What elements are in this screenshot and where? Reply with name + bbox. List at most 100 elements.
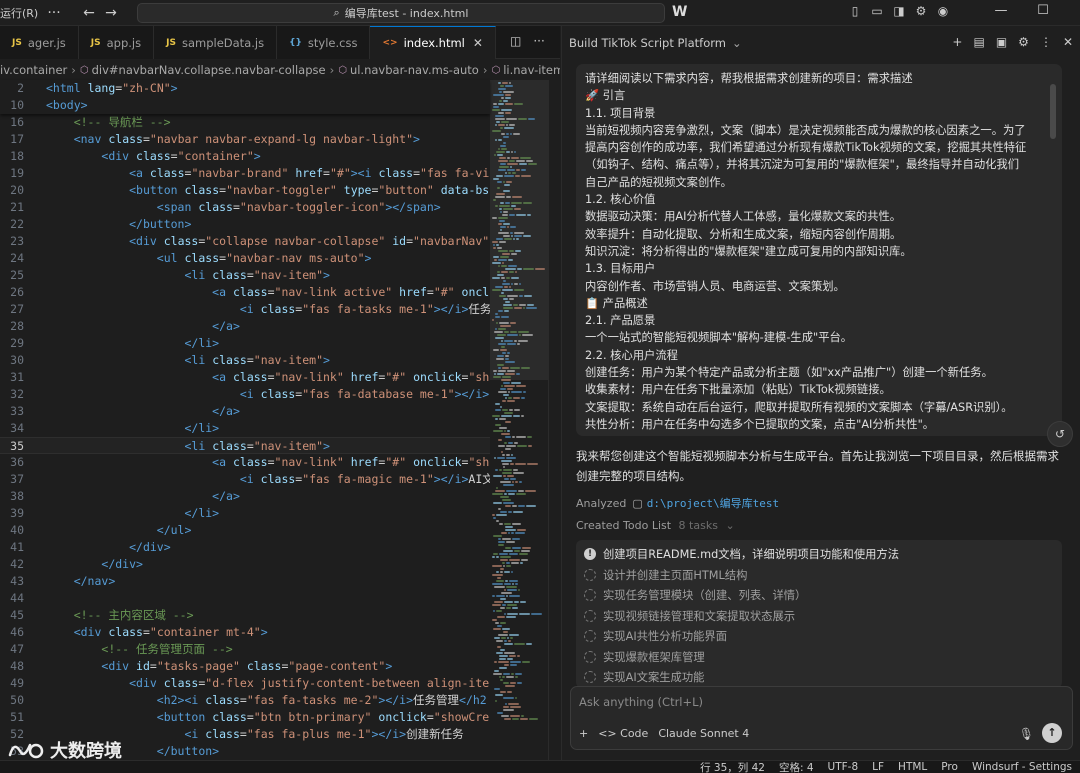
code-editor[interactable]: 16 <!-- 导航栏 --> 17 <nav class="navbar nav…: [0, 80, 490, 760]
code-line[interactable]: 39 </li>: [0, 505, 490, 522]
send-button[interactable]: ↑: [1042, 723, 1062, 743]
code-line[interactable]: 36 <a class="nav-link" href="#" onclick=…: [0, 454, 490, 471]
todo-item[interactable]: ! 创建项目README.md文档，详细说明项目功能和使用方法: [584, 544, 899, 564]
todo-item[interactable]: 实现AI共性分析功能界面: [584, 626, 727, 646]
account-icon[interactable]: ◉: [936, 4, 950, 18]
cursor-position[interactable]: 行 35，列 42: [700, 760, 765, 773]
code-line[interactable]: 26 <a class="nav-link active" href="#" o…: [0, 284, 490, 301]
todo-item[interactable]: 实现视频链接管理和文案提取状态展示: [584, 606, 795, 626]
forward-arrow-icon[interactable]: →: [100, 5, 122, 21]
code-line[interactable]: 43 </nav>: [0, 573, 490, 590]
code-line[interactable]: 21 <span class="navbar-toggler-icon"></s…: [0, 199, 490, 216]
tab-style-css[interactable]: {} style.css: [277, 26, 371, 59]
code-line[interactable]: 50 <h2><i class="fas fa-tasks me-2"></i>…: [0, 692, 490, 709]
code-line[interactable]: 10 <body>: [0, 97, 490, 114]
encoding[interactable]: UTF-8: [828, 761, 859, 773]
plan-badge[interactable]: Pro: [941, 761, 958, 773]
code-line[interactable]: 47 <!-- 任务管理页面 -->: [0, 641, 490, 658]
more-actions-icon[interactable]: ···: [533, 34, 544, 48]
close-panel-icon[interactable]: ✕: [1063, 35, 1073, 49]
code-line[interactable]: 17 <nav class="navbar navbar-expand-lg n…: [0, 131, 490, 148]
conversation-title[interactable]: Build TikTok Script Platform: [569, 36, 726, 50]
new-chat-icon[interactable]: +: [952, 35, 962, 49]
code-line[interactable]: 22 </button>: [0, 216, 490, 233]
code-line[interactable]: 49 <div class="d-flex justify-content-be…: [0, 675, 490, 692]
command-center-search[interactable]: ⌕ 编导库test - index.html: [137, 3, 665, 23]
minimap[interactable]: [490, 80, 548, 760]
code-line[interactable]: 29 </li>: [0, 335, 490, 352]
breadcrumb-item[interactable]: div#navbarNav.collapse.navbar-collapse: [92, 63, 326, 77]
code-line[interactable]: 27 <i class="fas fa-tasks me-1"></i>任务: [0, 301, 490, 318]
code-line[interactable]: 48 <div id="tasks-page" class="page-cont…: [0, 658, 490, 675]
chevron-down-icon[interactable]: ⌄: [732, 36, 742, 50]
model-selector[interactable]: Claude Sonnet 4: [658, 727, 749, 740]
close-window-button[interactable]: ✕: [1064, 3, 1080, 18]
chat-input-box[interactable]: Ask anything (Ctrl+L) + <> Code Claude S…: [570, 686, 1073, 750]
add-context-button[interactable]: +: [579, 727, 588, 740]
close-tab-icon[interactable]: ✕: [473, 36, 483, 50]
line-ending[interactable]: LF: [872, 761, 884, 773]
code-line[interactable]: 25 <li class="nav-item">: [0, 267, 490, 284]
tab-sampleData-js[interactable]: JS sampleData.js: [154, 26, 278, 59]
settings-gear-icon[interactable]: ⚙: [914, 4, 928, 18]
todo-list-header[interactable]: Created Todo List 8 tasks ⌄: [576, 519, 735, 532]
todo-item[interactable]: 实现AI文案生成功能: [584, 667, 704, 687]
windsurf-logo-icon[interactable]: W: [672, 4, 688, 20]
clipboard-icon[interactable]: ▣: [996, 35, 1007, 49]
code-line[interactable]: 40 </ul>: [0, 522, 490, 539]
indentation[interactable]: 空格: 4: [779, 760, 814, 773]
user-prompt-message[interactable]: 请详细阅读以下需求内容，帮我根据需求创建新的项目：需求描述 🚀 引言 1.1. 项目…: [576, 64, 1062, 436]
code-line[interactable]: 42 </div>: [0, 556, 490, 573]
tab-ager-js[interactable]: JS ager.js: [0, 26, 79, 59]
code-line[interactable]: 44: [0, 590, 490, 607]
prompt-scrollbar[interactable]: [1050, 84, 1056, 139]
code-line[interactable]: 20 <button class="navbar-toggler" type="…: [0, 182, 490, 199]
code-line[interactable]: 30 <li class="nav-item">: [0, 352, 490, 369]
code-line[interactable]: 41 </div>: [0, 539, 490, 556]
code-line[interactable]: 46 <div class="container mt-4">: [0, 624, 490, 641]
microphone-icon[interactable]: 🎙: [1019, 727, 1034, 741]
more-icon[interactable]: ⋮: [1040, 35, 1052, 49]
todo-item[interactable]: 实现任务管理模块（创建、列表、详情）: [584, 585, 806, 605]
gear-icon[interactable]: ⚙: [1018, 35, 1029, 49]
minimize-button[interactable]: —: [980, 3, 1022, 18]
code-line[interactable]: 37 <i class="fas fa-magic me-1"></i>AI文: [0, 471, 490, 488]
mode-selector[interactable]: <> Code: [598, 727, 648, 740]
toggle-sidebar-icon[interactable]: ▯: [848, 4, 862, 18]
breadcrumb-item[interactable]: iv.container: [0, 63, 67, 77]
code-line[interactable]: 23 <div class="collapse navbar-collapse"…: [0, 233, 490, 250]
revert-icon[interactable]: ↺: [1047, 421, 1073, 447]
history-icon[interactable]: ▤: [973, 35, 984, 49]
code-line[interactable]: 19 <a class="navbar-brand" href="#"><i c…: [0, 165, 490, 182]
code-line[interactable]: 2 <html lang="zh-CN">: [0, 80, 490, 97]
back-arrow-icon[interactable]: ←: [78, 5, 100, 21]
code-line[interactable]: 34 </li>: [0, 420, 490, 437]
sticky-scroll-header[interactable]: 2 <html lang="zh-CN"> 10 <body>: [0, 80, 490, 114]
code-line[interactable]: 32 <i class="fas fa-database me-1"></i>: [0, 386, 490, 403]
language-mode[interactable]: HTML: [898, 761, 927, 773]
editor-scrollbar[interactable]: [548, 80, 560, 760]
windsurf-settings[interactable]: Windsurf - Settings: [972, 761, 1072, 773]
code-line[interactable]: 28 </a>: [0, 318, 490, 335]
toggle-secondary-sidebar-icon[interactable]: ◨: [892, 4, 906, 18]
code-line[interactable]: 35 <li class="nav-item">: [0, 437, 490, 454]
tab-app-js[interactable]: JS app.js: [78, 26, 155, 59]
analyzed-path[interactable]: d:\project\编导库test: [647, 495, 779, 511]
menu-run[interactable]: 运行(R): [0, 5, 40, 21]
todo-item[interactable]: 设计并创建主页面HTML结构: [584, 565, 747, 585]
analyzed-step[interactable]: Analyzed ▢ d:\project\编导库test: [576, 495, 779, 511]
code-line[interactable]: 51 <button class="btn btn-primary" oncli…: [0, 709, 490, 726]
chat-input[interactable]: Ask anything (Ctrl+L): [579, 695, 703, 709]
code-line[interactable]: 33 </a>: [0, 403, 490, 420]
maximize-button[interactable]: ☐: [1022, 3, 1064, 18]
split-editor-icon[interactable]: ◫: [510, 34, 521, 48]
code-line[interactable]: 31 <a class="nav-link" href="#" onclick=…: [0, 369, 490, 386]
todo-item[interactable]: 实现爆款框架库管理: [584, 647, 705, 667]
code-line[interactable]: 18 <div class="container">: [0, 148, 490, 165]
code-line[interactable]: 38 </a>: [0, 488, 490, 505]
code-line[interactable]: 24 <ul class="navbar-nav ms-auto">: [0, 250, 490, 267]
more-menu-icon[interactable]: ···: [44, 5, 64, 21]
code-line[interactable]: 16 <!-- 导航栏 -->: [0, 114, 490, 131]
breadcrumb-item[interactable]: li.nav-item: [503, 63, 560, 77]
toggle-panel-icon[interactable]: ▭: [870, 4, 884, 18]
